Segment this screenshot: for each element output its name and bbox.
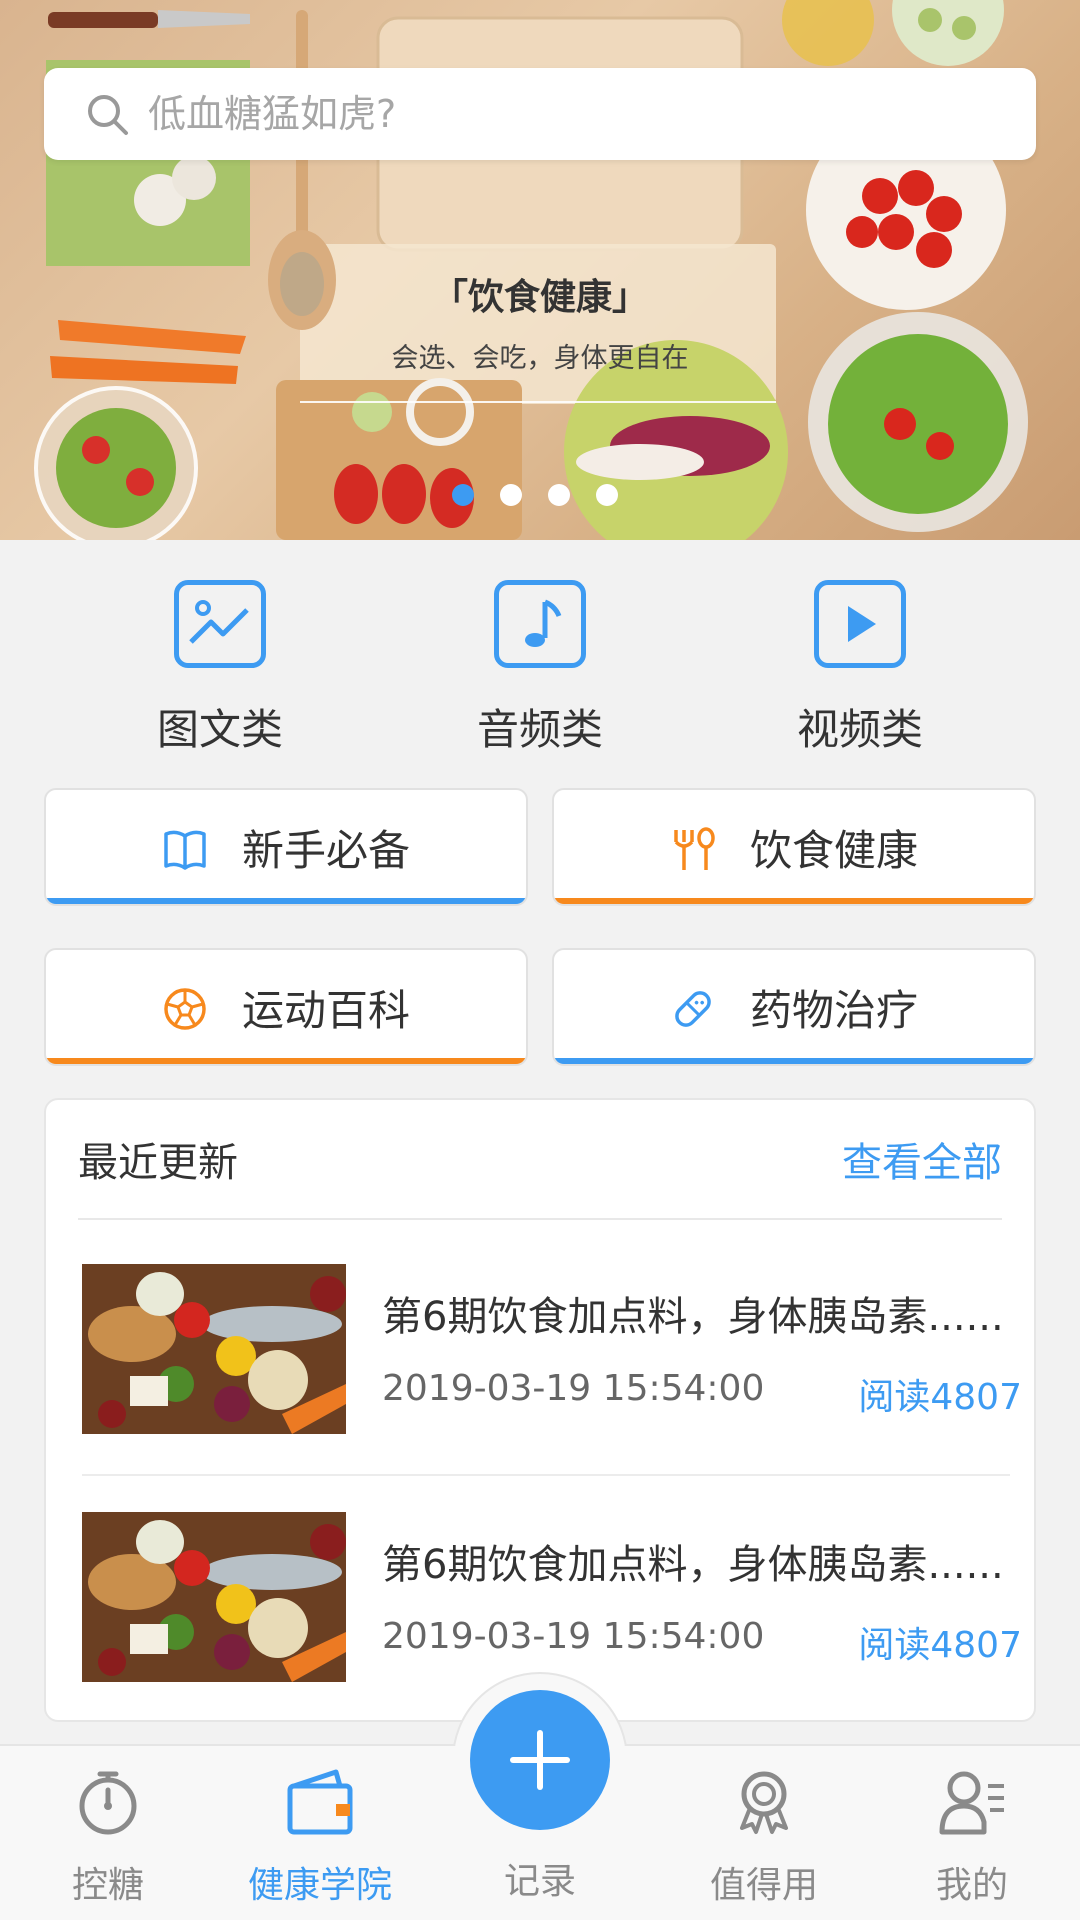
wallet-icon — [287, 1769, 353, 1835]
award-icon — [740, 1771, 788, 1834]
category-audio[interactable]: 音频类 — [430, 580, 650, 757]
recent-updates-card: 最近更新 查看全部 第6期饮食加点料，身体胰岛素...... 2019-03-1… — [44, 1098, 1036, 1722]
carousel-dot[interactable] — [596, 484, 618, 506]
nav-label: 我的 — [935, 1865, 1008, 1906]
stopwatch-icon — [79, 1771, 137, 1835]
article-title: 第6期饮食加点料，身体胰岛素...... — [382, 1294, 1004, 1340]
nav-item-glucose[interactable]: 控糖 — [8, 1766, 208, 1908]
tile-accent-bar — [46, 1058, 526, 1064]
card-header: 最近更新 查看全部 — [78, 1100, 1002, 1220]
tile-label: 新手必备 — [242, 825, 411, 875]
category-label: 音频类 — [476, 705, 603, 754]
play-icon — [848, 606, 876, 642]
card-title: 最近更新 — [78, 1140, 238, 1186]
hero-banner[interactable]: 「饮食健康」 会选、会吃，身体更自在 — [0, 0, 1080, 540]
pill-icon — [675, 991, 711, 1027]
list-item[interactable]: 第6期饮食加点料，身体胰岛素...... 2019-03-19 15:54:00… — [82, 1264, 1022, 1434]
tile-label: 运动百科 — [242, 985, 411, 1035]
nav-label: 控糖 — [71, 1865, 144, 1906]
carousel-dot[interactable] — [452, 484, 474, 506]
list-item[interactable]: 第6期饮食加点料，身体胰岛素...... 2019-03-19 15:54:00… — [82, 1512, 1022, 1682]
image-chart-icon — [189, 600, 249, 644]
nav-label: 值得用 — [709, 1865, 818, 1906]
banner-title: 「饮食健康」 — [431, 277, 648, 318]
tile-accent-bar — [46, 898, 526, 904]
tile-label: 饮食健康 — [750, 825, 919, 875]
search-bar[interactable] — [44, 68, 1036, 160]
nav-label: 健康学院 — [247, 1865, 392, 1906]
add-record-button[interactable] — [470, 1690, 610, 1830]
category-image-text[interactable]: 图文类 — [110, 580, 330, 757]
music-note-icon — [525, 599, 562, 647]
carousel-dot[interactable] — [548, 484, 570, 506]
carousel-dot[interactable] — [500, 484, 522, 506]
category-row: 图文类 音频类 视频类 — [0, 580, 1080, 757]
article-date: 2019-03-19 15:54:00 — [382, 1368, 765, 1409]
search-input[interactable] — [148, 92, 968, 136]
nav-item-worth[interactable]: 值得用 — [664, 1766, 864, 1908]
ball-icon — [164, 988, 206, 1030]
view-all-link[interactable]: 查看全部 — [842, 1130, 1002, 1188]
tile-medication[interactable]: 药物治疗 — [552, 948, 1036, 1066]
nav-item-academy[interactable]: 健康学院 — [220, 1766, 420, 1908]
tile-exercise[interactable]: 运动百科 — [44, 948, 528, 1066]
category-label: 图文类 — [156, 705, 283, 754]
tile-diet[interactable]: 饮食健康 — [552, 788, 1036, 906]
nav-item-mine[interactable]: 我的 — [872, 1766, 1072, 1908]
tile-accent-bar — [554, 898, 1034, 904]
tile-accent-bar — [554, 1058, 1034, 1064]
category-video[interactable]: 视频类 — [750, 580, 970, 757]
article-title: 第6期饮食加点料，身体胰岛素...... — [382, 1542, 1004, 1588]
fork-spoon-icon — [674, 827, 715, 870]
article-date: 2019-03-19 15:54:00 — [382, 1616, 765, 1657]
article-thumbnail — [82, 1264, 346, 1434]
carousel-dots — [452, 484, 618, 506]
plus-icon — [510, 1730, 570, 1790]
search-icon — [88, 95, 128, 135]
category-label: 视频类 — [796, 705, 923, 754]
nav-label-record: 记录 — [503, 1861, 576, 1902]
user-list-icon — [939, 1771, 1004, 1835]
book-icon — [164, 830, 206, 870]
article-read-count: 阅读4807 — [858, 1625, 1022, 1666]
tile-label: 药物治疗 — [750, 985, 919, 1035]
banner-subtitle: 会选、会吃，身体更自在 — [391, 343, 689, 374]
article-thumbnail — [82, 1512, 346, 1682]
article-read-count: 阅读4807 — [858, 1377, 1022, 1418]
tile-beginner[interactable]: 新手必备 — [44, 788, 528, 906]
divider — [82, 1474, 1010, 1476]
